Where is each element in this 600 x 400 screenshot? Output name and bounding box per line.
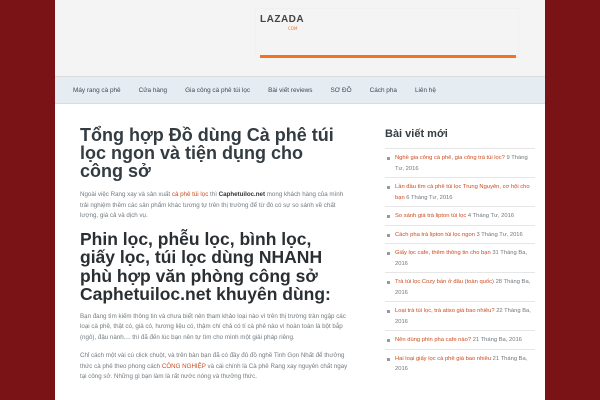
intro-text-a: Ngoài việc Rang xay và sản xuất: [80, 191, 172, 198]
nav-item-cua-hang[interactable]: Cửa hàng: [139, 87, 167, 94]
recent-post-link[interactable]: So sánh giá trà lipton túi lọc: [395, 213, 466, 219]
main-nav: Máy rang cà phê Cửa hàng Gia công cà phê…: [55, 77, 545, 104]
nav-item-reviews[interactable]: Bài viết reviews: [268, 87, 312, 94]
recent-post-item: Loại trà túi lọc, trà atiso giá bao nhiê…: [385, 301, 535, 330]
intro-link-ca-phe-tui-loc[interactable]: cà phê túi lọc: [172, 191, 208, 198]
banner-accent-line: [260, 55, 516, 58]
recent-post-date: 3 Tháng Tư, 2016: [474, 231, 523, 238]
nav-item-lien-he[interactable]: Liên hệ: [415, 87, 436, 94]
lazada-logo-sub: COM: [288, 26, 298, 31]
section-heading: Phin lọc, phễu lọc, bình lọc, giấy lọc, …: [80, 228, 331, 304]
paragraph-1: Bạn đang tìm kiếm thông tin và chưa biết…: [80, 312, 346, 341]
recent-post-item: Nên dùng phin pha cafe nào? 21 Tháng Ba,…: [385, 330, 535, 349]
paragraph-2: Chỉ cách một vài cú click chuột, và trên…: [80, 351, 350, 383]
recent-post-link[interactable]: Loại trà túi lọc, trà atiso giá bao nhiê…: [395, 308, 495, 314]
recent-post-item: Giấy lọc cafe, thêm thông tin cho bạn 31…: [385, 243, 535, 272]
nav-item-cach-pha[interactable]: Cách pha: [370, 87, 397, 94]
recent-post-item: Nghề gia công cà phê, gia công trà túi l…: [385, 148, 535, 177]
recent-post-link[interactable]: Nghề gia công cà phê, gia công trà túi l…: [395, 155, 505, 161]
nav-item-gia-cong[interactable]: Gia công cà phê túi lọc: [185, 87, 250, 94]
recent-post-item: Cách pha trà lipton túi lọc ngon 3 Tháng…: [385, 224, 535, 244]
recent-post-link[interactable]: Hai loại giấy lọc cà phê giá bao nhiêu: [395, 356, 491, 362]
recent-post-link[interactable]: Trà túi lọc Cozy bán ở đâu (toàn quốc): [395, 279, 494, 285]
nav-item-may-rang[interactable]: Máy rang cà phê: [73, 87, 121, 94]
recent-post-item: Trà túi lọc Cozy bán ở đâu (toàn quốc) 2…: [385, 272, 535, 301]
lazada-banner-ad[interactable]: LAZADA COM: [255, 8, 519, 58]
recent-post-link[interactable]: Giấy lọc cafe, thêm thông tin cho bạn: [395, 250, 491, 256]
page: LAZADA COM Máy rang cà phê Cửa hàng Gia …: [55, 0, 545, 400]
intro-text-b: thì: [208, 191, 219, 198]
post-intro: Ngoài việc Rang xay và sản xuất cà phê t…: [80, 190, 350, 222]
sidebar-title: Bài viết mới: [385, 128, 448, 140]
sidebar-recent-posts: Bài viết mới Nghề gia công cà phê, gia c…: [385, 128, 535, 378]
para2-link-cong-nghiep[interactable]: CÔNG NGHIỆP: [162, 363, 206, 370]
recent-posts-list: Nghề gia công cà phê, gia công trà túi l…: [385, 148, 535, 378]
post-content: Tổng hợp Đồ dùng Cà phê túi lọc ngon và …: [80, 126, 350, 383]
recent-post-item: Hai loại giấy lọc cà phê giá bao nhiêu 2…: [385, 348, 535, 378]
recent-post-link[interactable]: Nên dùng phin pha cafe nào?: [395, 337, 471, 343]
recent-post-date: 4 Tháng Tư, 2016: [466, 213, 515, 219]
recent-post-item: So sánh giá trà lipton túi lọc 4 Tháng T…: [385, 206, 535, 225]
post-title: Tổng hợp Đồ dùng Cà phê túi lọc ngon và …: [80, 125, 334, 181]
intro-brand: Caphetuiloc.net: [218, 191, 266, 198]
recent-post-link[interactable]: Cách pha trà lipton túi lọc ngon: [395, 232, 475, 238]
recent-post-date: 6 Tháng Tư, 2016: [404, 194, 453, 201]
site-header: LAZADA COM: [55, 0, 545, 77]
recent-post-date: 21 Tháng Ba, 2016: [471, 337, 522, 343]
lazada-logo: LAZADA: [260, 14, 305, 25]
nav-item-so-do[interactable]: SƠ ĐỒ: [330, 87, 351, 94]
recent-post-item: Lần đầu tìm cà phê túi lọc Trung Nguyên,…: [385, 177, 535, 206]
